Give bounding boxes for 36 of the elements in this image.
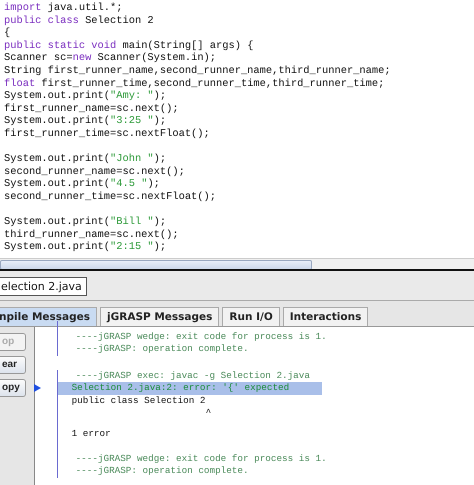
output-message: ----jGRASP: operation complete. [74, 465, 249, 476]
output-text: 1 error [72, 428, 111, 440]
code-line: third_runner_name=sc.next(); [4, 228, 179, 241]
code-line: System.out.print("Bill "); [4, 216, 166, 228]
message-tab[interactable]: Interactions [282, 306, 368, 326]
output-message: ----jGRASP: operation complete. [74, 343, 249, 354]
code-line: System.out.print("Amy: "); [4, 90, 166, 102]
code-line: float first_runner_time,second_runner_time,third_runner_time; [4, 78, 384, 90]
code-line: second_runner_name=sc.next(); [4, 166, 185, 178]
output-message: ----jGRASP exec: javac -g Selection 2.java [74, 370, 310, 381]
current-line-icon [34, 384, 41, 392]
error-caret: ^ [204, 407, 212, 418]
file-tab[interactable]: election 2.java [0, 276, 87, 296]
code-line: System.out.print("2:15 "); [4, 241, 166, 254]
code-line: System.out.print("John "); [4, 153, 166, 166]
output-message: ----jGRASP wedge: exit code for process is 1. [74, 452, 327, 464]
message-tab[interactable]: npile Messages [0, 306, 98, 326]
side-button[interactable]: ear [0, 356, 26, 374]
code-line: second_runner_time=sc.nextFloat(); [4, 190, 216, 203]
scrollbar-thumb[interactable] [0, 260, 312, 270]
code-line: first_runner_name=sc.next(); [4, 102, 179, 115]
code-line: String first_runner_name,second_runner_name,third_runner_name; [4, 64, 391, 77]
message-tab[interactable]: jGRASP Messages [100, 306, 220, 326]
message-tab[interactable]: Run I/O [222, 306, 280, 326]
code-line: System.out.print("3:25 "); [4, 115, 166, 128]
code-line: import java.util.*; [4, 2, 122, 14]
code-line: first_runner_time=sc.nextFloat(); [4, 128, 210, 140]
horizontal-scrollbar[interactable] [0, 258, 474, 269]
side-button[interactable]: opy [0, 378, 26, 397]
code-line: System.out.print("4.5 "); [4, 178, 160, 190]
code-line: { [4, 27, 10, 40]
code-line: public static void main(String[] args) { [4, 40, 254, 52]
code-line: public class Selection 2 [4, 14, 154, 27]
code-line: Scanner sc=new Scanner(System.in); [4, 52, 216, 64]
output-text: public class Selection 2 [72, 394, 206, 406]
output-message: ----jGRASP wedge: exit code for process is 1. [74, 330, 327, 342]
